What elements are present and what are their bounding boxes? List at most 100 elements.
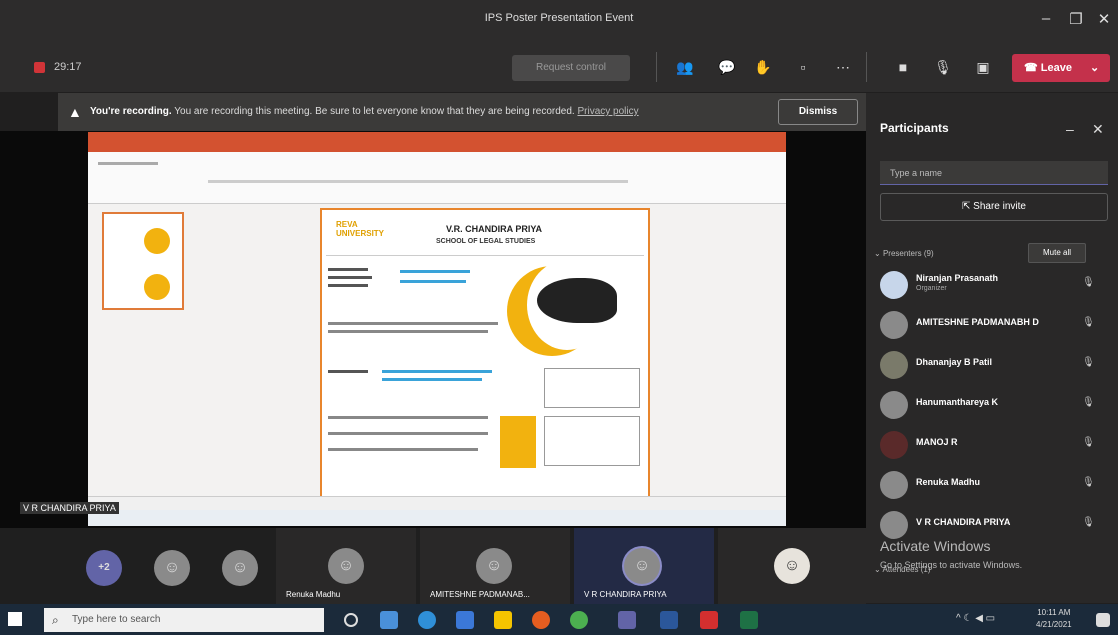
avatar	[880, 391, 908, 419]
sketch-image	[544, 416, 640, 466]
thumbnail-moon	[144, 274, 170, 300]
participant-name: V R CHANDIRA PRIYA	[916, 517, 1011, 527]
avatar	[880, 311, 908, 339]
text-block	[328, 330, 488, 333]
divider	[866, 52, 867, 82]
dismiss-button[interactable]: Dismiss	[778, 99, 858, 125]
recording-icon	[34, 62, 45, 73]
chrome-icon[interactable]	[570, 611, 588, 629]
thumbnail-moon	[144, 228, 170, 254]
raise-hand-icon[interactable]: ✋	[752, 56, 774, 78]
close-icon[interactable]: ✕	[1092, 121, 1104, 138]
video-tile[interactable]: ☺	[718, 528, 866, 604]
text-block	[328, 432, 488, 435]
avatar: ☺	[222, 550, 258, 586]
share-invite-button[interactable]: ⇱ Share invite	[880, 193, 1108, 221]
mic-off-icon: 🎙	[1082, 397, 1095, 408]
text-block	[400, 280, 466, 283]
windows-start-icon[interactable]	[8, 612, 22, 626]
school-name: SCHOOL OF LEGAL STUDIES	[436, 238, 536, 245]
overflow-avatars-button[interactable]: +2	[86, 550, 122, 586]
privacy-policy-link[interactable]: Privacy policy	[577, 106, 638, 117]
poster-slide: REVA UNIVERSITY V.R. CHANDIRA PRIYA SCHO…	[320, 208, 650, 498]
video-tile-speaking[interactable]: ☺ V R CHANDIRA PRIYA	[574, 528, 714, 604]
avatar: ☺	[624, 548, 660, 584]
powerpoint-title-bar	[88, 132, 786, 152]
participants-icon[interactable]: 👥	[674, 56, 696, 78]
cortana-icon[interactable]	[344, 613, 358, 627]
acrobat-icon[interactable]	[700, 611, 718, 629]
more-actions-icon[interactable]: ⋯	[832, 56, 854, 78]
taskbar-clock[interactable]: 10:11 AM 4/21/2021	[1036, 607, 1072, 631]
meeting-timer: 29:17	[54, 61, 82, 73]
participant-row[interactable]: Hanumanthareya K 🎙	[880, 387, 1108, 425]
mic-off-icon: 🎙	[1082, 437, 1095, 448]
meeting-toolbar: 29:17 Request control 👥 💬 ✋ ▫ ⋯ ■ 🎙 ▣ ☎ …	[0, 42, 1118, 92]
tile-name: V R CHANDIRA PRIYA	[584, 590, 667, 599]
leave-label: Leave	[1040, 62, 1072, 74]
system-tray[interactable]: ^ ☾ ◀ ▭	[956, 613, 995, 624]
participant-row[interactable]: MANOJ R 🎙	[880, 427, 1108, 465]
minimize-icon[interactable]: –	[1066, 121, 1074, 137]
notifications-icon[interactable]	[1096, 613, 1110, 627]
participants-panel: Participants – ✕ Type a name ⇱ Share inv…	[866, 93, 1118, 603]
video-tile[interactable]: ☺ Renuka Madhu	[276, 528, 416, 604]
excel-icon[interactable]	[740, 611, 758, 629]
author-name: V.R. CHANDIRA PRIYA	[446, 224, 543, 234]
avatar: ☺	[774, 548, 810, 584]
participant-name: Niranjan Prasanath	[916, 273, 999, 283]
warning-icon: ▲	[68, 104, 82, 120]
mic-off-icon: 🎙	[1082, 357, 1095, 368]
participant-name: Dhananjay B Patil	[916, 357, 993, 367]
rooms-icon[interactable]: ▫	[792, 56, 814, 78]
slide-thumbnail[interactable]	[102, 212, 184, 310]
request-control-button[interactable]: Request control	[512, 55, 630, 81]
edge-icon[interactable]	[418, 611, 436, 629]
microphone-icon[interactable]: 🎙	[932, 56, 954, 78]
shoe-image	[537, 278, 617, 323]
powerpoint-window: REVA UNIVERSITY V.R. CHANDIRA PRIYA SCHO…	[88, 132, 786, 526]
participant-row[interactable]: AMITESHNE PADMANABH D 🎙	[880, 307, 1108, 345]
participant-row[interactable]: Renuka Madhu 🎙	[880, 467, 1108, 505]
presenters-section[interactable]: ⌄ Presenters (9)	[874, 249, 934, 258]
share-icon: ⇱	[962, 201, 974, 212]
text-block	[382, 378, 482, 381]
title-bar: IPS Poster Presentation Event – ❐ ✕	[0, 0, 1118, 42]
close-icon[interactable]: ✕	[1094, 10, 1114, 28]
chevron-down-icon: ⌄	[1089, 62, 1100, 74]
firefox-icon[interactable]	[532, 611, 550, 629]
task-view-icon[interactable]	[380, 611, 398, 629]
teams-icon[interactable]	[618, 611, 636, 629]
powerpoint-status-bar	[88, 496, 786, 510]
avatar	[880, 351, 908, 379]
ribbon-controls	[208, 180, 628, 183]
mic-on-icon: 🎙	[1082, 517, 1095, 528]
store-icon[interactable]	[456, 611, 474, 629]
clock-date: 4/21/2021	[1036, 620, 1072, 629]
camera-icon[interactable]: ■	[892, 56, 914, 78]
text-block	[328, 284, 368, 287]
recording-banner: ▲ You're recording. You are recording th…	[58, 93, 866, 131]
search-input[interactable]: Type a name	[880, 161, 1108, 185]
participant-row[interactable]: Dhananjay B Patil 🎙	[880, 347, 1108, 385]
taskbar-search[interactable]: ⌕ Type here to search	[44, 608, 324, 632]
share-tray-icon[interactable]: ▣	[972, 56, 994, 78]
chat-icon[interactable]: 💬	[716, 56, 738, 78]
text-block	[328, 322, 498, 325]
leave-button[interactable]: ☎ Leave ⌄	[1012, 54, 1110, 82]
powerpoint-ribbon	[88, 152, 786, 204]
highlight-box	[500, 416, 536, 468]
text-block	[328, 448, 478, 451]
mute-all-button[interactable]: Mute all	[1028, 243, 1086, 263]
video-tile[interactable]: ☺ AMITESHNE PADMANAB...	[420, 528, 570, 604]
divider	[656, 52, 657, 82]
minimize-icon[interactable]: –	[1036, 10, 1056, 27]
maximize-icon[interactable]: ❐	[1066, 10, 1086, 28]
panel-title: Participants	[880, 121, 949, 135]
participant-row[interactable]: Niranjan Prasanath Organizer 🎙	[880, 267, 1108, 305]
university-logo: REVA UNIVERSITY	[336, 220, 385, 238]
text-block	[328, 276, 372, 279]
ribbon-tabs	[98, 162, 158, 165]
file-explorer-icon[interactable]	[494, 611, 512, 629]
word-icon[interactable]	[660, 611, 678, 629]
